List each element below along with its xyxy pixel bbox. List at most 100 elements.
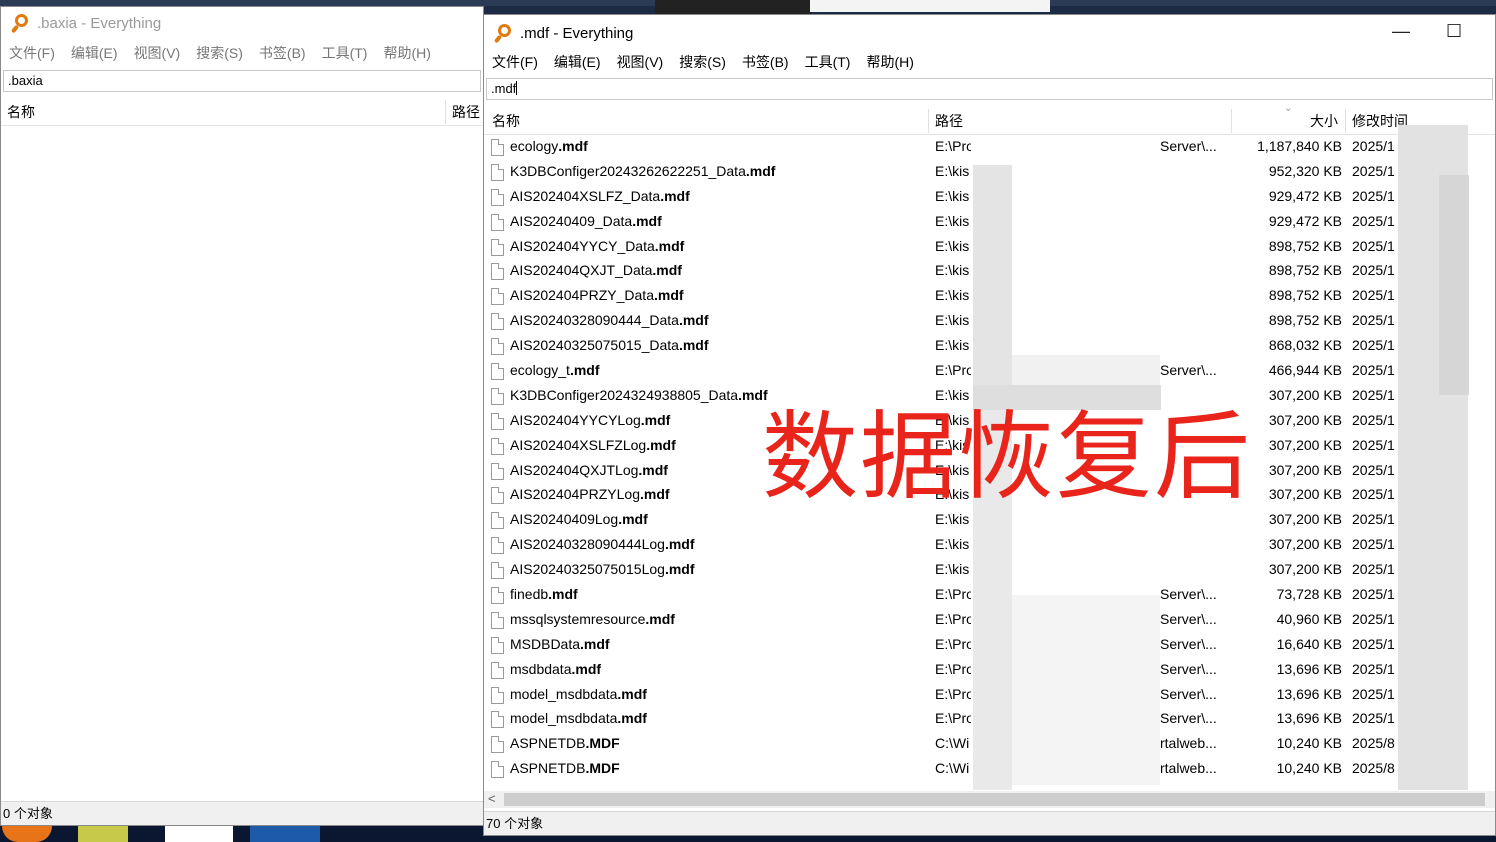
file-path-tail: Server\... [1160,685,1217,702]
file-icon [491,686,504,704]
file-path-tail: Server\... [1160,610,1217,627]
file-name: AIS20240325075015Log.mdf [510,561,695,577]
taskbar-app-icon[interactable] [165,826,233,842]
file-name: finedb.mdf [510,586,578,602]
file-name: K3DBConfiger2024324938805_Data.mdf [510,387,768,403]
menu-edit[interactable]: 编辑(E) [63,43,126,63]
scrollbar-thumb[interactable] [504,793,1485,806]
file-path: E:\kis [935,262,970,279]
menu-view[interactable]: 视图(V) [126,43,189,63]
column-name-header[interactable]: 名称 [1,98,35,126]
file-modified: 2025/1 [1352,486,1395,503]
file-icon [491,736,504,754]
file-path: E:\kis [935,287,970,304]
file-extension: .mdf [617,685,647,702]
column-path-header[interactable]: 路径 [446,98,480,126]
menu-edit[interactable]: 编辑(E) [546,52,609,72]
file-name-stem: msdbdata [510,660,572,677]
file-icon [491,313,504,331]
file-path-tail: rtalweb... [1160,735,1217,752]
file-path: E:\Pro [935,138,971,154]
minimize-button[interactable]: — [1392,21,1410,42]
file-icon [491,611,504,629]
column-name-header[interactable]: 名称 [486,107,520,135]
file-extension: .mdf [638,461,668,478]
file-name-stem: finedb [510,586,549,603]
right-titlebar[interactable]: .mdf - Everything [484,15,1495,51]
file-icon [491,238,504,256]
file-extension: .mdf [660,187,690,204]
menu-view[interactable]: 视图(V) [609,52,672,72]
file-size: 868,032 KB [1268,337,1342,354]
file-name: AIS202404QXJT_Data.mdf [510,262,682,278]
column-path-header[interactable]: 路径 [929,107,963,135]
file-path: E:\Pro [935,635,971,652]
table-row[interactable]: ecology.mdf E:\Pro Server\... 1,187,840 KB 2… [484,135,1495,160]
right-status-bar: 70 个对象 [484,811,1495,835]
menu-file[interactable]: 文件(F) [1,43,63,63]
file-name-stem: K3DBConfiger2024324938805_Data [510,386,739,403]
file-modified: 2025/1 [1352,362,1395,379]
file-icon [491,487,504,505]
horizontal-scrollbar[interactable]: < [484,791,1495,808]
file-path: E:\Pro [935,685,971,702]
right-status-text: 70 个对象 [486,816,544,831]
taskbar-app-icon[interactable] [78,826,128,842]
file-modified: 2025/1 [1352,511,1395,528]
everything-search-icon [493,23,514,44]
privacy-mosaic [1012,595,1160,785]
right-search-input[interactable]: .mdf [486,78,1493,100]
file-icon [491,562,504,580]
file-icon [491,363,504,381]
menu-bookmarks[interactable]: 书签(B) [251,43,314,63]
menu-help[interactable]: 帮助(H) [858,52,921,72]
file-size: 307,200 KB [1268,511,1342,528]
menu-tools[interactable]: 工具(T) [797,52,859,72]
file-name: model_msdbdata.mdf [510,686,647,702]
file-name: AIS202404XSLFZ_Data.mdf [510,188,690,204]
file-modified: 2025/8 [1352,735,1395,752]
left-titlebar[interactable]: .baxia - Everything [1,7,483,39]
menu-search[interactable]: 搜索(S) [188,43,251,63]
left-window-title: .baxia - Everything [37,14,162,32]
file-icon [491,338,504,356]
column-size-header[interactable]: 大小 [1232,107,1340,135]
file-name-stem: AIS202404XSLFZLog [510,436,647,453]
file-icon [491,387,504,405]
file-name-stem: mssqlsystemresource [510,610,646,627]
left-search-input[interactable]: .baxia [3,70,481,92]
right-menubar: 文件(F) 编辑(E) 视图(V) 搜索(S) 书签(B) 工具(T) 帮助(H… [484,49,1495,75]
file-name-stem: AIS202404XSLFZ_Data [510,187,661,204]
file-name: msdbdata.mdf [510,661,601,677]
menu-file[interactable]: 文件(F) [484,52,546,72]
file-icon [491,512,504,530]
file-name-stem: AIS20240325075015_Data [510,337,679,354]
file-icon [491,213,504,231]
right-window-title: .mdf - Everything [520,24,634,42]
taskbar-app-icon[interactable] [250,826,320,842]
menu-search[interactable]: 搜索(S) [671,52,734,72]
menu-help[interactable]: 帮助(H) [375,43,438,63]
file-name-stem: model_msdbdata [510,685,618,702]
file-name-stem: ASPNETDB [510,760,586,777]
file-extension: .MDF [585,735,620,752]
menu-bookmarks[interactable]: 书签(B) [734,52,797,72]
file-modified: 2025/1 [1352,710,1395,727]
file-name: ASPNETDB.MDF [510,760,620,776]
file-name-stem: AIS202404QXJTLog [510,461,639,478]
file-icon [491,587,504,605]
file-modified: 2025/1 [1352,312,1395,329]
file-size: 898,752 KB [1268,287,1342,304]
scroll-left-icon[interactable]: < [488,791,496,806]
file-extension: .mdf [548,586,578,603]
file-extension: .mdf [664,536,695,553]
menu-tools[interactable]: 工具(T) [314,43,376,63]
file-name: AIS20240328090444Log.mdf [510,536,695,552]
file-modified: 2025/1 [1352,635,1395,652]
file-name: AIS20240409_Data.mdf [510,213,662,229]
file-path-tail: Server\... [1160,138,1217,154]
file-path: E:\kis [935,212,970,229]
maximize-button[interactable]: ☐ [1446,21,1462,42]
file-modified: 2025/1 [1352,162,1395,179]
file-extension: .mdf [558,138,588,154]
